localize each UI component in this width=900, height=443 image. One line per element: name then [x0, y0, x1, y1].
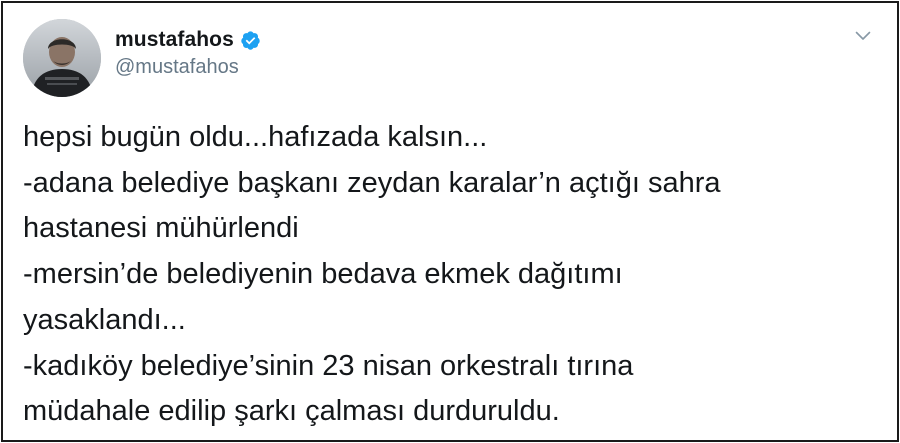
- tweet-text-line: müdahale edilip şarkı çalması durduruldu…: [23, 395, 560, 428]
- avatar[interactable]: [23, 19, 101, 97]
- tweet-text-line: hastanesi mühürlendi: [23, 212, 299, 245]
- chevron-down-icon: [855, 31, 871, 40]
- tweet-text-line: -kadıköy belediye’sinin 23 nisan orkestr…: [23, 349, 634, 382]
- tweet-text-line: -adana belediye başkanı zeydan karalar’n…: [23, 166, 721, 199]
- tweet-text: hepsi bugün oldu...hafızada kalsın... -a…: [23, 115, 883, 435]
- avatar-image: [23, 19, 101, 97]
- tweet-card: mustafahos @mustafahos hepsi bugün oldu.…: [1, 1, 899, 442]
- tweet-text-line: -mersin’de belediyenin bedava ekmek dağı…: [23, 258, 623, 291]
- tweet-text-line: hepsi bugün oldu...hafızada kalsın...: [23, 121, 488, 153]
- tweet-menu-button[interactable]: [851, 25, 875, 47]
- verified-badge-icon: [241, 30, 260, 50]
- tweet-text-line: yasaklandı...: [23, 303, 186, 336]
- display-name[interactable]: mustafahos: [115, 28, 234, 52]
- author-handle[interactable]: @mustafahos: [115, 56, 239, 79]
- author-name-row[interactable]: mustafahos: [115, 27, 261, 53]
